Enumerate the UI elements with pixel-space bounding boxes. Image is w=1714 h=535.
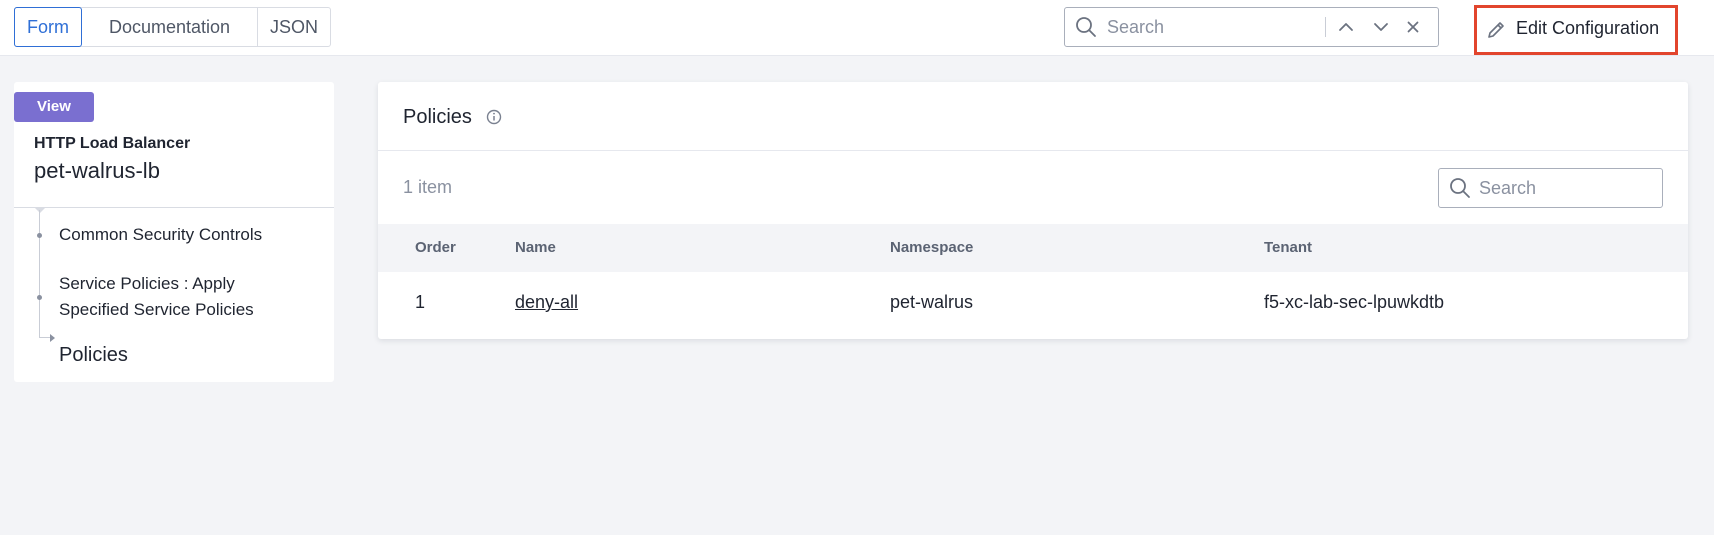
item-count: 1 item — [403, 177, 453, 197]
tree-arrow-icon — [50, 334, 55, 342]
column-header-tenant[interactable]: Tenant — [1264, 239, 1312, 256]
column-header-name[interactable]: Name — [515, 239, 556, 256]
view-mode-tabs: Form Documentation JSON — [14, 7, 331, 47]
column-header-order[interactable]: Order — [415, 239, 456, 256]
tree-node-dot — [37, 295, 42, 300]
tab-documentation[interactable]: Documentation — [82, 8, 258, 46]
panel-divider-notch — [34, 207, 46, 213]
cell-order: 1 — [415, 292, 426, 312]
panel-divider — [14, 207, 334, 208]
tree-item-service-policies[interactable]: Service Policies : Apply Specified Servi… — [59, 271, 254, 323]
tree-item-label-line1: Service Policies : Apply — [59, 274, 235, 293]
tree-node-dot — [37, 233, 42, 238]
top-search-input[interactable] — [1107, 12, 1317, 42]
table-search-input[interactable] — [1479, 173, 1654, 203]
search-icon — [1076, 17, 1096, 37]
tab-form[interactable]: Form — [14, 7, 82, 47]
object-name: pet-walrus-lb — [34, 158, 160, 183]
table-header: Order Name Namespace Tenant — [378, 224, 1688, 272]
tree-item-label-line2: Specified Service Policies — [59, 300, 254, 319]
top-search-box — [1064, 7, 1439, 47]
cell-tenant: f5-xc-lab-sec-lpuwkdtb — [1264, 292, 1445, 312]
cell-namespace: pet-walrus — [890, 292, 974, 312]
table-search-box — [1438, 168, 1663, 208]
search-icon — [1450, 178, 1470, 198]
column-header-namespace[interactable]: Namespace — [890, 239, 973, 256]
chevron-down-icon[interactable] — [1371, 17, 1391, 37]
top-toolbar: Form Documentation JSON Edit Configurati… — [0, 0, 1714, 56]
edit-configuration-label: Edit Configuration — [1516, 18, 1660, 38]
tree-item-policies[interactable]: Policies — [59, 342, 128, 368]
tree-connector — [39, 210, 40, 338]
panel-title: Policies — [403, 106, 472, 128]
pencil-icon — [1488, 22, 1504, 38]
close-icon[interactable] — [1403, 17, 1423, 37]
policy-name-link[interactable]: deny-all — [515, 292, 578, 313]
tree-item-common-security-controls[interactable]: Common Security Controls — [59, 222, 262, 248]
view-badge: View — [14, 92, 94, 122]
object-navigation-panel: View HTTP Load Balancer pet-walrus-lb Co… — [14, 82, 334, 382]
object-type-label: HTTP Load Balancer — [34, 135, 191, 152]
policies-panel: Policies 1 item Order Name Namespace Ten… — [378, 82, 1688, 339]
info-icon[interactable] — [485, 108, 503, 126]
chevron-up-icon[interactable] — [1336, 17, 1356, 37]
panel-divider — [378, 150, 1688, 151]
edit-configuration-button[interactable]: Edit Configuration — [1474, 5, 1678, 55]
tab-json[interactable]: JSON — [258, 8, 330, 46]
search-divider — [1325, 17, 1326, 37]
table-row: 1 deny-all pet-walrus f5-xc-lab-sec-lpuw… — [378, 272, 1688, 334]
